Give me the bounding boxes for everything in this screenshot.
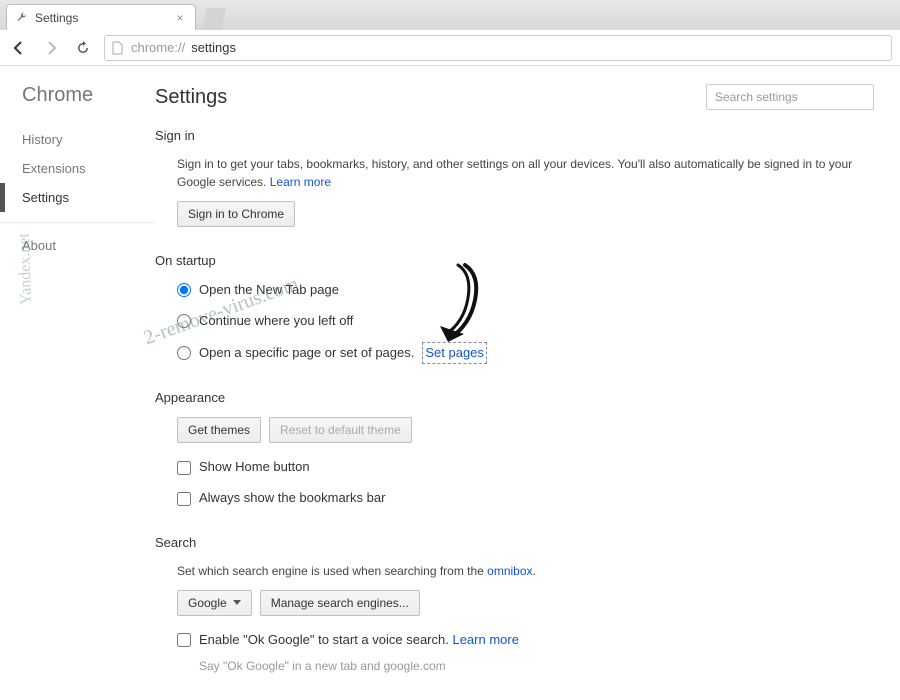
radio-continue[interactable] — [177, 314, 191, 328]
sidebar-item-extensions[interactable]: Extensions — [22, 154, 155, 183]
wrench-icon — [15, 11, 29, 25]
ok-google-checkbox-row[interactable]: Enable "Ok Google" to start a voice sear… — [177, 630, 874, 651]
tab-title: Settings — [35, 11, 78, 25]
show-home-checkbox-row[interactable]: Show Home button — [177, 457, 874, 478]
new-tab-button[interactable] — [202, 8, 226, 30]
signin-learn-more-link[interactable]: Learn more — [270, 175, 331, 189]
url-path: settings — [191, 40, 236, 55]
ok-google-learn-link[interactable]: Learn more — [452, 632, 518, 647]
url-prefix: chrome:// — [131, 40, 185, 55]
chevron-down-icon — [233, 600, 241, 605]
close-icon[interactable]: × — [173, 11, 187, 25]
sidebar-title: Chrome — [22, 84, 155, 107]
search-engine-dropdown[interactable]: Google — [177, 590, 252, 616]
show-bookmarks-checkbox-row[interactable]: Always show the bookmarks bar — [177, 488, 874, 509]
signin-button[interactable]: Sign in to Chrome — [177, 201, 295, 227]
section-appearance-title: Appearance — [155, 390, 874, 405]
reset-theme-button[interactable]: Reset to default theme — [269, 417, 412, 443]
section-startup-title: On startup — [155, 253, 874, 268]
ok-google-subtext: Say "Ok Google" in a new tab and google.… — [177, 657, 874, 676]
document-icon — [111, 41, 125, 55]
back-button[interactable] — [8, 37, 30, 59]
startup-option-specific[interactable]: Open a specific page or set of pages. Se… — [177, 342, 874, 365]
section-signin-title: Sign in — [155, 128, 874, 143]
get-themes-button[interactable]: Get themes — [177, 417, 261, 443]
sidebar-item-history[interactable]: History — [22, 125, 155, 154]
sidebar-item-settings[interactable]: Settings — [22, 183, 155, 212]
reload-button[interactable] — [72, 37, 94, 59]
omnibox-link[interactable]: omnibox — [487, 564, 532, 578]
search-text: Set which search engine is used when sea… — [177, 562, 874, 580]
radio-newtab[interactable] — [177, 283, 191, 297]
startup-option-continue[interactable]: Continue where you left off — [177, 311, 874, 332]
search-input[interactable] — [706, 84, 874, 110]
section-search-title: Search — [155, 535, 874, 550]
signin-text: Sign in to get your tabs, bookmarks, his… — [177, 155, 874, 191]
show-home-checkbox[interactable] — [177, 461, 191, 475]
ok-google-checkbox[interactable] — [177, 633, 191, 647]
page-title: Settings — [155, 86, 227, 109]
forward-button[interactable] — [40, 37, 62, 59]
show-bookmarks-checkbox[interactable] — [177, 492, 191, 506]
address-bar[interactable]: chrome:// settings — [104, 35, 892, 61]
startup-option-newtab[interactable]: Open the New Tab page — [177, 280, 874, 301]
manage-search-engines-button[interactable]: Manage search engines... — [260, 590, 420, 616]
divider — [0, 222, 155, 223]
browser-tab[interactable]: Settings × — [6, 4, 196, 30]
set-pages-link[interactable]: Set pages — [422, 342, 487, 365]
radio-specific[interactable] — [177, 346, 191, 360]
sidebar-item-about[interactable]: About — [22, 231, 155, 260]
